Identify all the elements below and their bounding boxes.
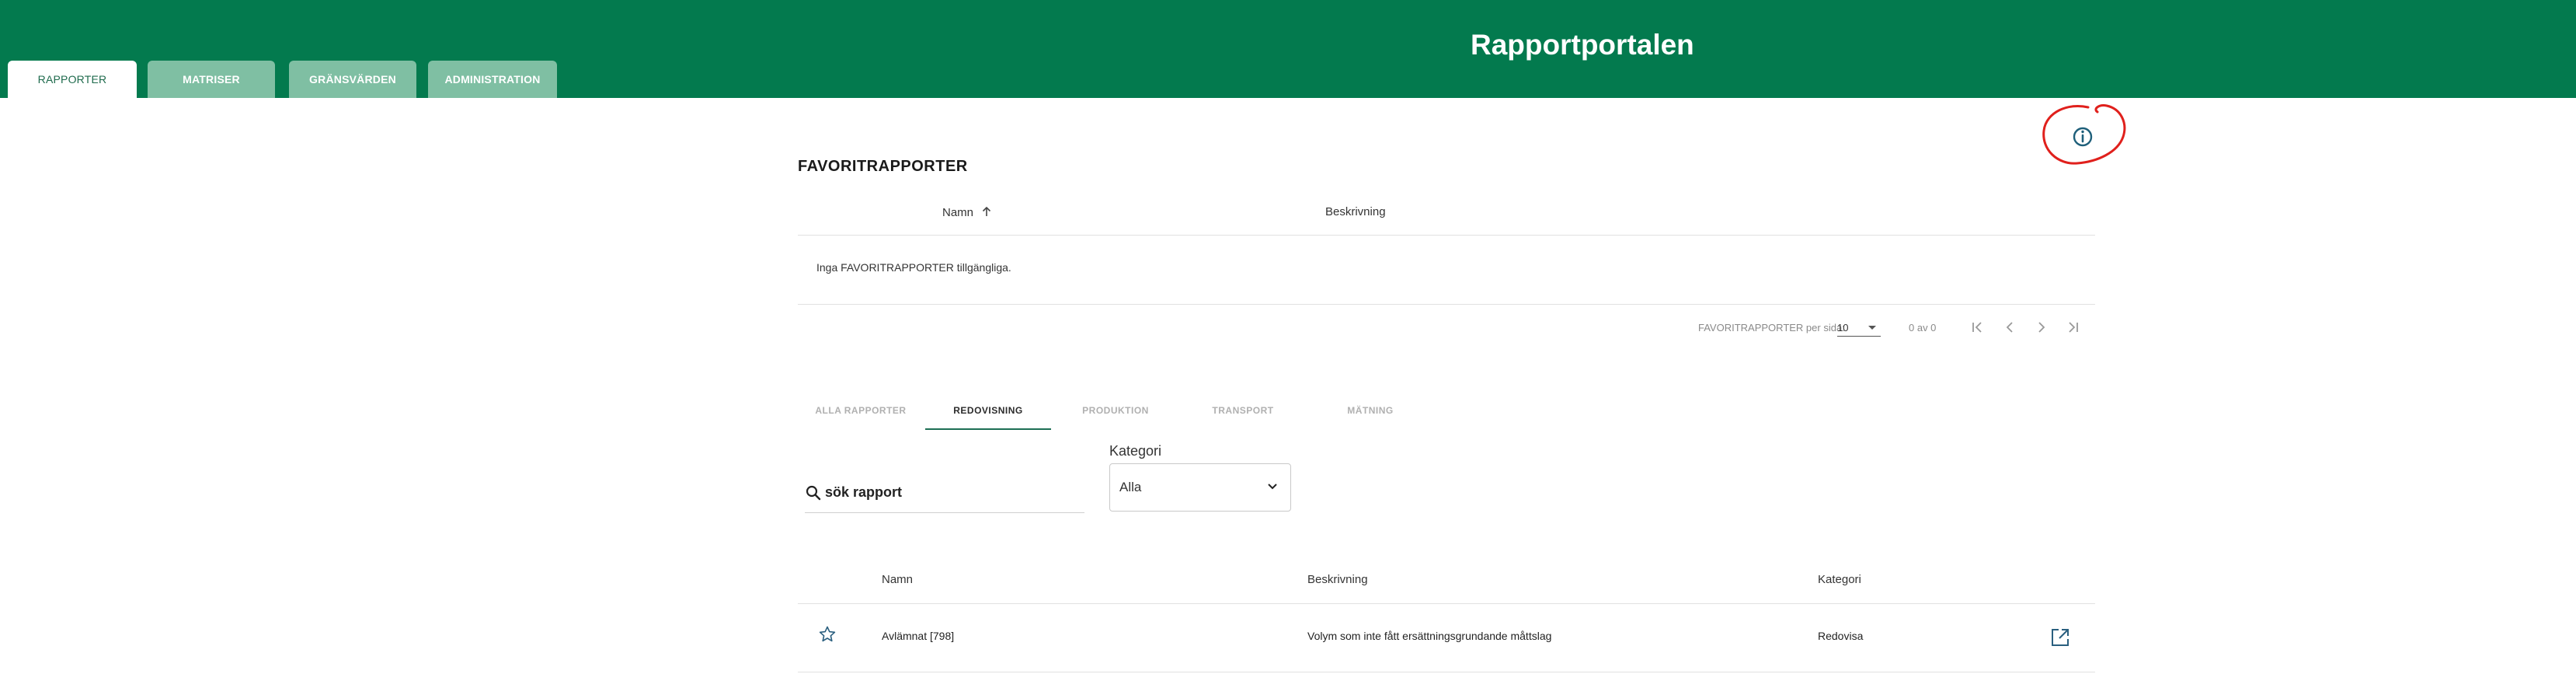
per-page-value: 10: [1837, 322, 1849, 334]
tab-produktion[interactable]: PRODUKTION: [1053, 393, 1178, 428]
per-page-label: FAVORITRAPPORTER per sida:: [1698, 322, 1845, 334]
previous-page-icon[interactable]: [2000, 317, 2020, 337]
report-description: Volym som inte fått ersättningsgrundande…: [1307, 630, 1552, 642]
reports-name-header[interactable]: Namn: [882, 573, 913, 586]
tab-gransvarden[interactable]: GRÄNSVÄRDEN: [289, 61, 416, 98]
chevron-down-icon: [1268, 484, 1277, 490]
first-page-icon[interactable]: [1968, 317, 1988, 337]
category-filter-value: Alla: [1119, 480, 1142, 494]
tab-transport[interactable]: TRANSPORT: [1180, 393, 1306, 428]
star-outline-icon[interactable]: [818, 625, 837, 644]
open-in-new-icon[interactable]: [2049, 627, 2071, 648]
favorites-name-header[interactable]: Namn: [942, 205, 992, 219]
tab-administration[interactable]: ADMINISTRATION: [428, 61, 557, 98]
tab-redovisning[interactable]: REDOVISNING: [925, 393, 1051, 430]
info-circle-icon[interactable]: [2063, 117, 2103, 157]
next-page-icon[interactable]: [2031, 317, 2052, 337]
arrow-up-icon: [983, 206, 991, 216]
app-header: RAPPORTER MATRISER GRÄNSVÄRDEN ADMINISTR…: [0, 0, 2576, 98]
tab-alla-rapporter[interactable]: ALLA RAPPORTER: [798, 393, 924, 428]
divider: [798, 235, 2095, 236]
divider: [798, 304, 2095, 305]
report-category: Redovisa: [1818, 630, 1864, 642]
favorites-description-header: Beskrivning: [1325, 205, 1386, 218]
favorites-empty-message: Inga FAVORITRAPPORTER tillgängliga.: [816, 261, 1011, 274]
category-filter-label: Kategori: [1109, 443, 1162, 459]
divider: [798, 603, 2095, 604]
app-title: Rapportportalen: [1471, 29, 1694, 61]
reports-description-header[interactable]: Beskrivning: [1307, 573, 1368, 586]
per-page-select[interactable]: 10: [1837, 319, 1881, 337]
search-icon: [806, 485, 821, 501]
reports-category-header[interactable]: Kategori: [1818, 573, 1861, 586]
favorites-name-header-label: Namn: [942, 206, 974, 219]
last-page-icon[interactable]: [2063, 317, 2083, 337]
tab-rapporter[interactable]: RAPPORTER: [8, 61, 137, 98]
pagination-range: 0 av 0: [1909, 322, 1937, 334]
caret-down-icon: [1868, 326, 1876, 330]
search-field[interactable]: [805, 469, 1084, 513]
category-filter-select[interactable]: Alla: [1109, 463, 1291, 512]
favorites-title: FAVORITRAPPORTER: [798, 158, 968, 175]
tab-matning[interactable]: MÄTNING: [1307, 393, 1433, 428]
search-input[interactable]: [823, 480, 1075, 505]
tab-matriser[interactable]: MATRISER: [148, 61, 275, 98]
report-name[interactable]: Avlämnat [798]: [882, 630, 954, 642]
